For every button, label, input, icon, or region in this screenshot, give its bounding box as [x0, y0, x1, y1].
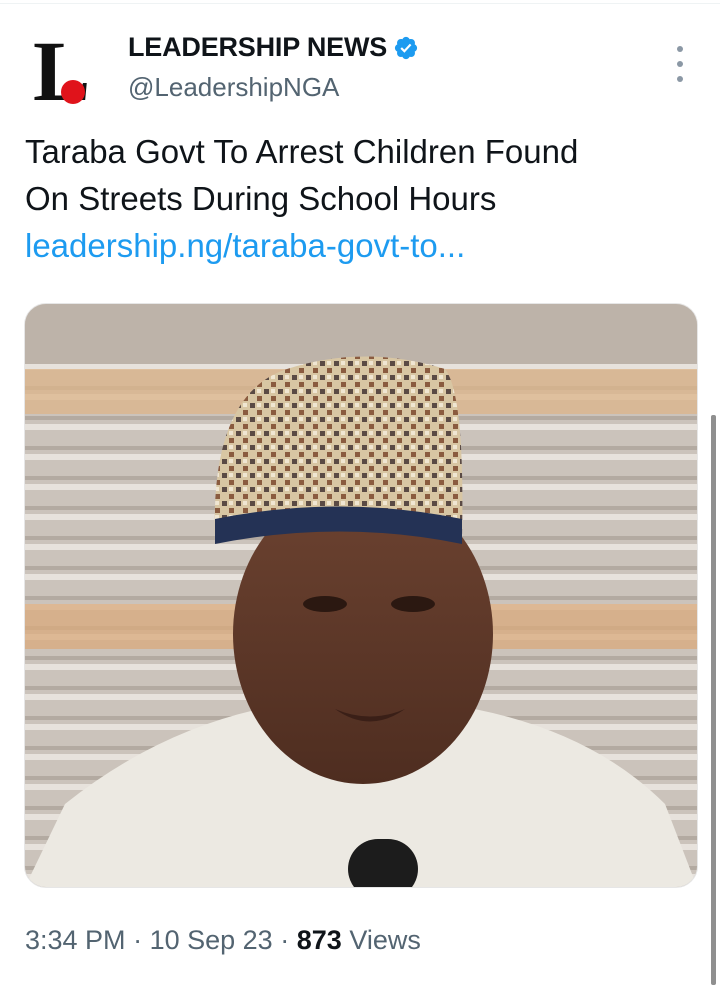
more-options-icon[interactable]: [670, 46, 690, 82]
verified-badge-icon: [394, 36, 418, 59]
meta-separator: ·: [280, 925, 290, 955]
top-divider: [0, 3, 720, 4]
meta-separator: ·: [133, 925, 143, 955]
tweet-date[interactable]: 10 Sep 23: [150, 925, 273, 955]
avatar[interactable]: L: [33, 28, 99, 114]
views-label: Views: [349, 925, 421, 955]
scrollbar[interactable]: [711, 415, 716, 985]
tweet-text-line-2: On Streets During School Hours: [25, 180, 497, 217]
tweet-meta: 3:34 PM · 10 Sep 23 · 873 Views: [25, 925, 421, 956]
user-handle[interactable]: @LeadershipNGA: [128, 72, 339, 103]
logo-letter: L: [33, 23, 91, 119]
tweet-photo[interactable]: [24, 303, 698, 888]
photo-of-official: [25, 304, 697, 887]
author-name-row[interactable]: LEADERSHIP NEWS: [128, 32, 419, 63]
views-count: 873: [296, 925, 342, 955]
tweet-text: Taraba Govt To Arrest Children Found On …: [25, 128, 695, 269]
display-name[interactable]: LEADERSHIP NEWS: [128, 32, 387, 63]
tweet-time[interactable]: 3:34 PM: [25, 925, 126, 955]
logo-dot: [61, 80, 85, 104]
tweet-text-line-1: Taraba Govt To Arrest Children Found: [25, 133, 579, 170]
article-link[interactable]: leadership.ng/taraba-govt-to...: [25, 222, 695, 269]
